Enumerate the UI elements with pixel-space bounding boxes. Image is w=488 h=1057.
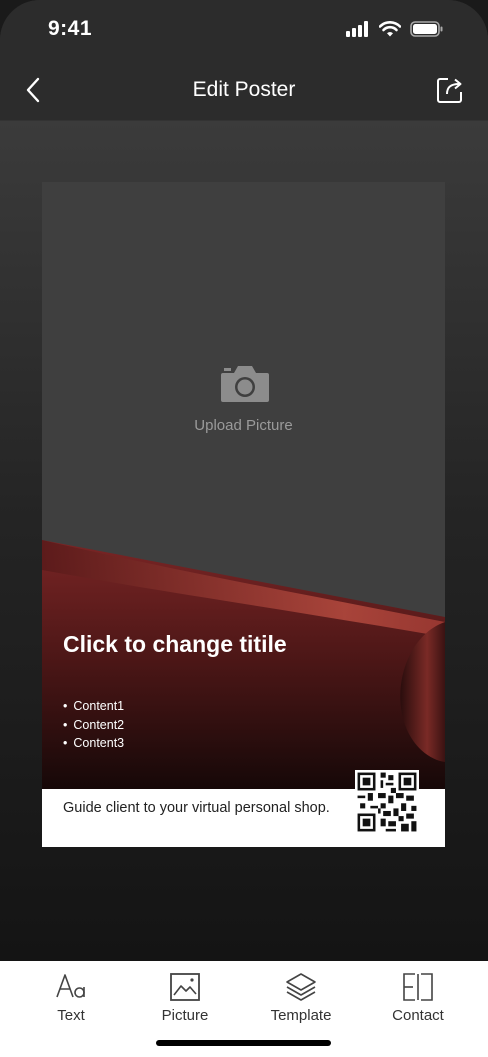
battery-icon — [410, 21, 443, 37]
poster-canvas: Upload Picture Click to change titile • … — [42, 182, 445, 847]
home-indicator — [156, 1040, 331, 1046]
status-bar: 9:41 — [0, 0, 488, 60]
poster-content-list[interactable]: Content1 Content2 Content3 — [63, 697, 124, 753]
tab-text[interactable]: Text — [21, 971, 121, 1031]
status-icons — [346, 21, 444, 37]
tab-picture[interactable]: Picture — [135, 971, 235, 1031]
content-item: Content1 — [63, 697, 124, 716]
page-title: Edit Poster — [192, 78, 296, 101]
nav-bar: Edit Poster — [0, 60, 488, 120]
poster-footer-text: Guide client to your virtual personal sh… — [63, 800, 330, 816]
layers-icon — [286, 973, 316, 1001]
bottom-tab-bar: Text Picture Template Contact — [0, 961, 488, 1057]
text-font-icon — [56, 974, 85, 998]
share-button[interactable] — [434, 74, 466, 106]
status-time: 9:41 — [48, 17, 93, 40]
signal-icon — [346, 21, 368, 37]
wifi-icon — [379, 21, 401, 37]
share-icon — [437, 78, 462, 103]
picture-icon — [170, 973, 200, 1001]
tab-template[interactable]: Template — [251, 971, 351, 1031]
tab-template-label: Template — [270, 1007, 332, 1024]
qr-code-icon[interactable] — [355, 770, 419, 834]
poster-title[interactable]: Click to change titile — [63, 629, 363, 660]
content-item: Content2 — [63, 716, 124, 735]
tab-contact-label: Contact — [392, 1007, 444, 1024]
contact-card-icon — [403, 973, 433, 1001]
phone-screen: 9:41 Edit Poster Upload Picture Click to… — [0, 0, 488, 1057]
tab-contact[interactable]: Contact — [368, 971, 468, 1031]
tab-picture-label: Picture — [161, 1007, 209, 1024]
tab-text-label: Text — [57, 1007, 85, 1024]
content-item: Content3 — [63, 734, 124, 753]
